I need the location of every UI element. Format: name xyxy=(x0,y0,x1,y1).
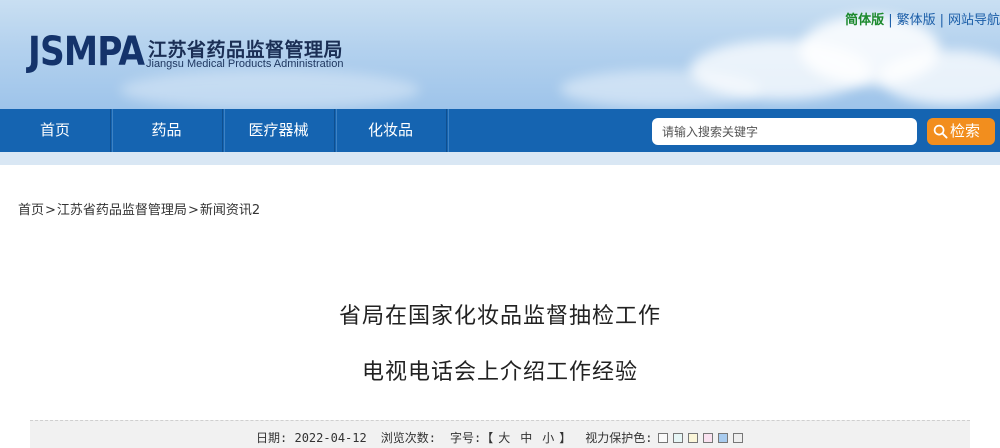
breadcrumb-separator: > xyxy=(45,203,56,218)
banner-cloud xyxy=(120,70,420,109)
nav-divider xyxy=(448,109,449,152)
font-size-label: 字号: xyxy=(449,431,482,445)
nav-item-medical-devices[interactable]: 医疗器械 xyxy=(223,109,335,152)
simplified-version-link[interactable]: 简体版 xyxy=(845,9,884,28)
article-info-bar: 日期: 2022-04-12 浏览次数: 字号:【大中小】视力保护色: xyxy=(30,420,970,448)
eye-care-swatch-5[interactable] xyxy=(717,433,728,443)
breadcrumb: 首页>江苏省药品监督管理局>新闻资讯2 xyxy=(18,199,260,218)
link-separator: | xyxy=(939,13,944,28)
org-name-en: Jiangsu Medical Products Administration xyxy=(146,58,344,70)
date-value: 2022-04-12 xyxy=(294,431,367,445)
link-separator: | xyxy=(888,13,893,28)
font-size-medium[interactable]: 中 xyxy=(520,429,532,446)
eye-care-swatches xyxy=(653,431,743,445)
eye-care-swatch-1[interactable] xyxy=(657,433,668,443)
eye-care-swatch-6[interactable] xyxy=(732,433,743,443)
site-logo[interactable]: JSMPA xyxy=(28,30,145,74)
article-info: 日期: 2022-04-12 浏览次数: 字号:【大中小】视力保护色: xyxy=(256,429,743,446)
breadcrumb-bureau[interactable]: 江苏省药品监督管理局 xyxy=(57,203,187,218)
bracket-open: 【 xyxy=(481,431,494,445)
search-input[interactable] xyxy=(652,118,917,145)
font-size-small[interactable]: 小 xyxy=(542,429,554,446)
eye-care-swatch-3[interactable] xyxy=(687,433,698,443)
top-links: 简体版 | 繁体版 | 网站导航 xyxy=(845,9,1000,28)
nav-shadow-strip xyxy=(0,152,1000,165)
nav-divider xyxy=(112,109,113,152)
article-title-line-1: 省局在国家化妆品监督抽检工作 xyxy=(338,304,661,329)
search-icon xyxy=(933,124,948,139)
breadcrumb-news[interactable]: 新闻资讯2 xyxy=(200,203,260,218)
nav-divider xyxy=(336,109,337,152)
eye-care-swatch-4[interactable] xyxy=(702,433,713,443)
breadcrumb-home[interactable]: 首页 xyxy=(18,203,44,218)
breadcrumb-separator: > xyxy=(187,203,199,218)
eye-care-label: 视力保护色: xyxy=(585,431,653,445)
search-button[interactable]: 检索 xyxy=(927,118,995,145)
nav-item-drugs[interactable]: 药品 xyxy=(111,109,223,152)
traditional-version-link[interactable]: 繁体版 xyxy=(897,9,936,28)
banner-cloud xyxy=(880,50,1000,105)
site-nav-link[interactable]: 网站导航 xyxy=(948,9,1000,28)
date-label: 日期: xyxy=(256,431,288,445)
article-title-line-2: 电视电话会上介绍工作经验 xyxy=(361,360,638,385)
eye-care-swatch-2[interactable] xyxy=(672,433,683,443)
bracket-close: 】 xyxy=(559,431,572,445)
header-banner: JSMPA 江苏省药品监督管理局 Jiangsu Medical Product… xyxy=(0,0,1000,109)
search-button-label: 检索 xyxy=(950,122,981,140)
nav-item-home[interactable]: 首页 xyxy=(0,109,111,152)
nav-divider xyxy=(224,109,225,152)
nav-item-cosmetics[interactable]: 化妆品 xyxy=(335,109,447,152)
font-size-large[interactable]: 大 xyxy=(498,429,510,446)
views-label: 浏览次数: xyxy=(380,431,436,445)
